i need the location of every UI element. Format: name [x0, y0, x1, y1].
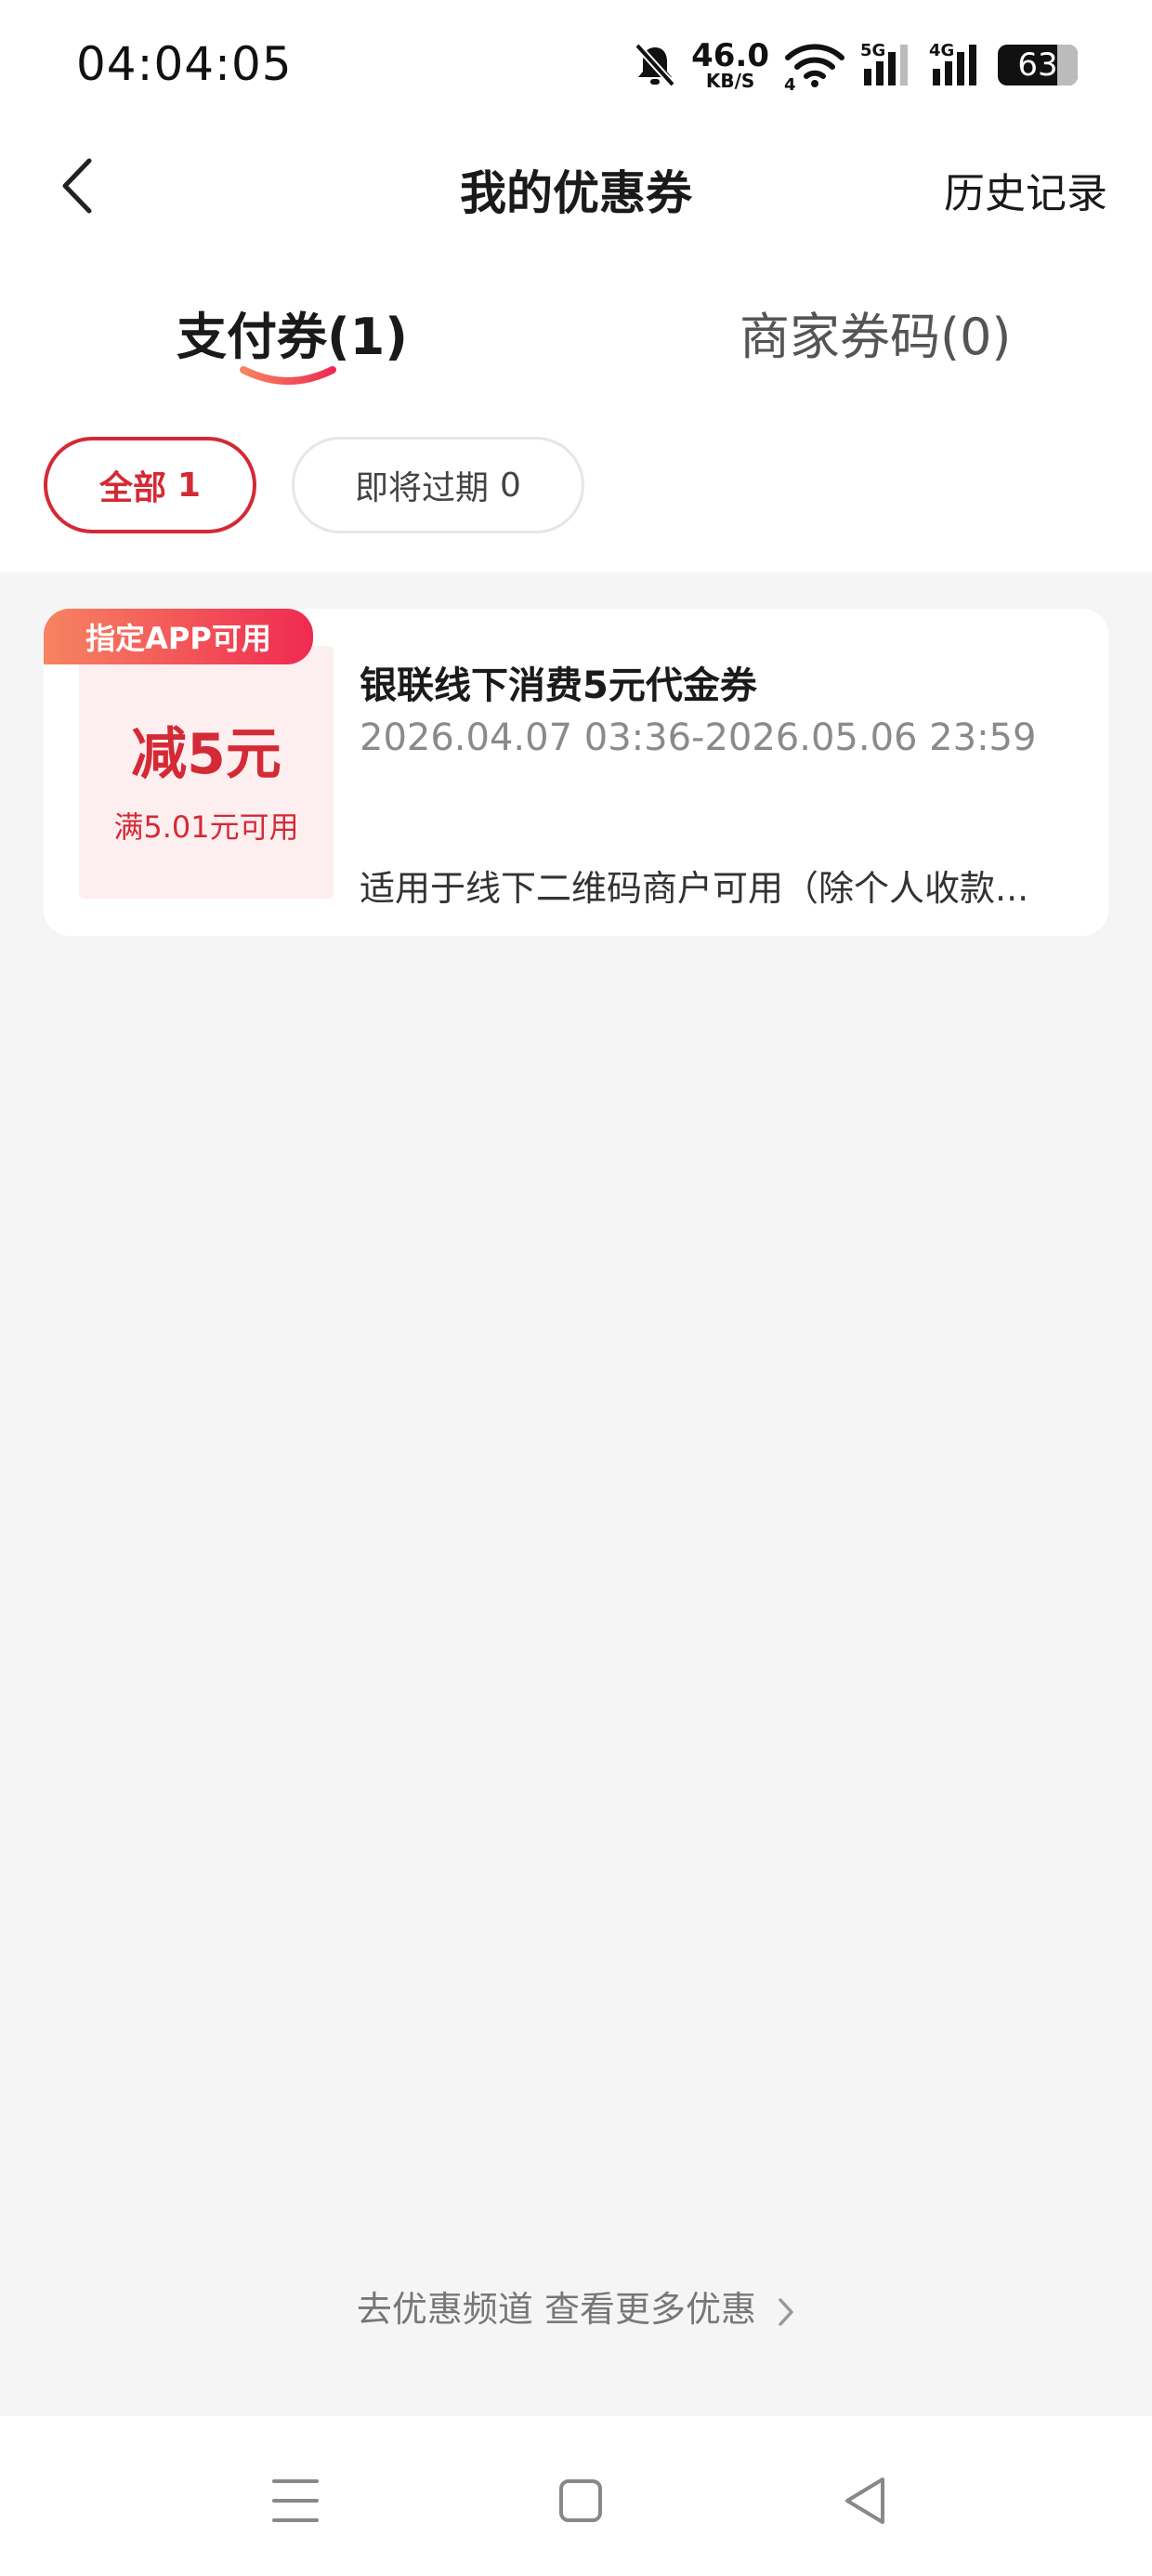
- tab-payment-coupons[interactable]: 支付券(1): [177, 296, 408, 369]
- wifi-indicator: 4: [784, 41, 845, 95]
- coupon-tag: 指定APP可用: [44, 609, 313, 664]
- menu-icon[interactable]: [263, 2468, 328, 2533]
- filter-all-chip[interactable]: 全部 1: [44, 437, 256, 533]
- net-speed-unit: KB/S: [705, 70, 755, 92]
- header-area: 04:04:05 46.0 KB/S 4 5G 4G 63 我的优惠券 历史记录…: [0, 0, 1152, 572]
- tab-merchant-codes[interactable]: 商家券码(0): [740, 296, 1012, 369]
- home-icon[interactable]: [548, 2468, 613, 2533]
- battery-level: 63: [1017, 46, 1058, 84]
- history-button[interactable]: 历史记录: [944, 160, 1107, 219]
- net-speed: 46.0 KB/S: [691, 40, 769, 90]
- signal-5g-icon: [864, 45, 908, 85]
- back-triangle-icon[interactable]: [832, 2468, 897, 2533]
- coupon-description: 适用于线下二维码商户可用（除个人收款...: [360, 868, 1029, 909]
- more-offers-label: 去优惠频道 查看更多优惠: [356, 2289, 756, 2330]
- more-offers-link[interactable]: 去优惠频道 查看更多优惠: [0, 2280, 1152, 2332]
- filter-expiring-label: 即将过期: [355, 469, 490, 507]
- signal-4g-icon: [933, 45, 976, 85]
- filter-all-label: 全部: [98, 469, 166, 507]
- coupon-amount: 减5元: [131, 722, 281, 787]
- status-time: 04:04:05: [76, 37, 293, 91]
- signal-5g: 5G: [860, 41, 914, 89]
- signal-4g: 4G: [929, 41, 983, 89]
- mute-bell-icon: [635, 43, 676, 87]
- coupon-card[interactable]: 减5元 满5.01元可用 指定APP可用 银联线下消费5元代金券 2026.04…: [44, 609, 1108, 936]
- wifi-sub-label: 4: [784, 75, 796, 95]
- net-speed-value: 46.0: [691, 37, 769, 74]
- system-nav-bar: [0, 2416, 1152, 2576]
- filter-expiring-chip[interactable]: 即将过期 0: [292, 437, 584, 533]
- chevron-right-icon: [779, 2297, 793, 2326]
- filter-all-count: 1: [177, 466, 202, 505]
- coupon-validity: 2026.04.07 03:36-2026.05.06 23:59: [360, 716, 1037, 759]
- coupon-name: 银联线下消费5元代金券: [360, 664, 757, 707]
- status-icons: 46.0 KB/S 4 5G 4G 63: [634, 37, 1089, 95]
- battery-icon: 63: [998, 45, 1089, 85]
- coupon-condition: 满5.01元可用: [113, 809, 299, 845]
- filter-expiring-count: 0: [500, 466, 521, 505]
- coupon-amount-panel: 减5元 满5.01元可用: [79, 646, 334, 899]
- active-tab-indicator: [240, 366, 336, 385]
